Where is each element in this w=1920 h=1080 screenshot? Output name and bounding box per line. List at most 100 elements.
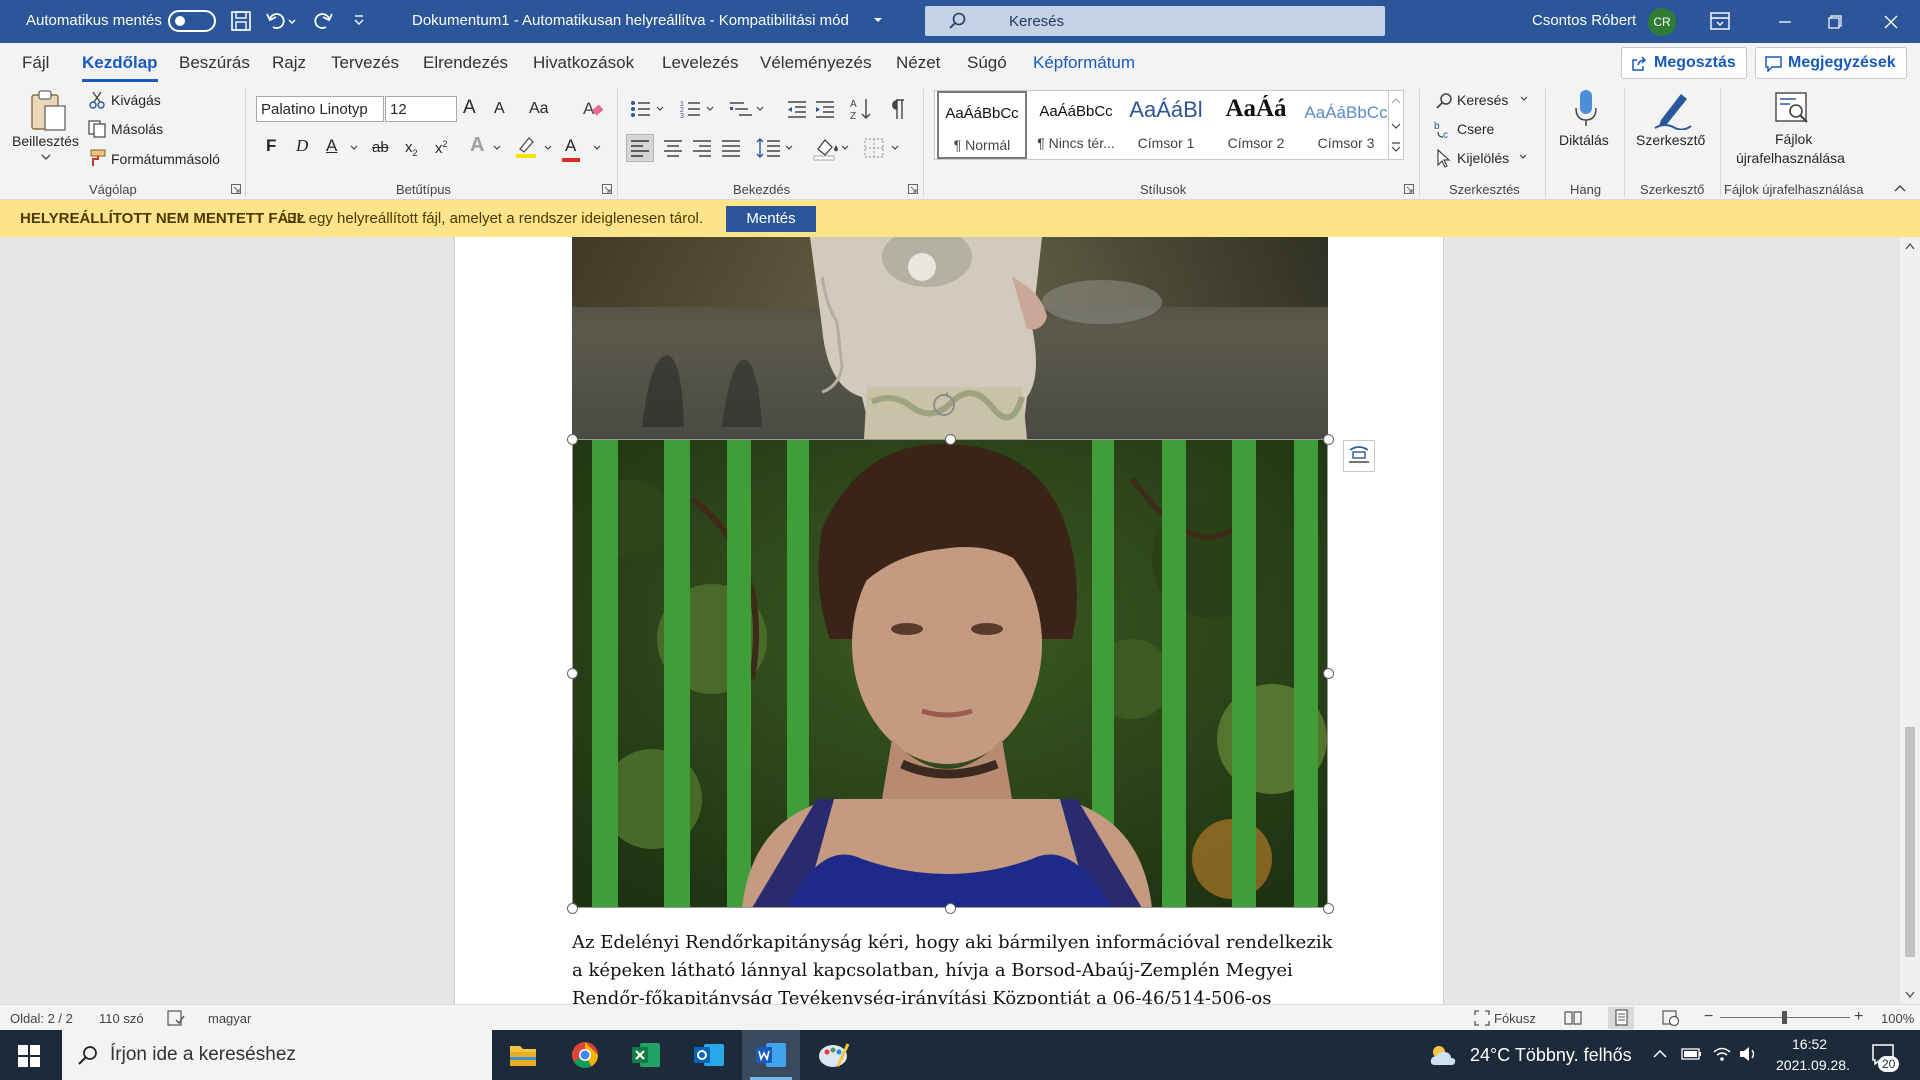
select-dropdown-icon[interactable] [1519, 154, 1527, 160]
tab-review[interactable]: Véleményezés [760, 53, 872, 73]
resize-handle-tr[interactable] [1323, 434, 1334, 445]
shading-icon[interactable] [812, 135, 852, 161]
style-no-spacing[interactable]: AaÁáBbCc ¶ Nincs tér... [1031, 91, 1121, 159]
volume-icon[interactable] [1738, 1045, 1758, 1063]
avatar[interactable]: CR [1648, 8, 1676, 36]
read-mode-icon[interactable] [1564, 1010, 1582, 1026]
resize-handle-b[interactable] [945, 903, 956, 914]
weather-text[interactable]: 24°C Többny. felhős [1470, 1045, 1632, 1066]
share-button[interactable]: Megosztás [1621, 47, 1747, 79]
resize-handle-l[interactable] [567, 668, 578, 679]
taskbar-search[interactable]: Írjon ide a kereséshez [62, 1030, 492, 1080]
replace-button[interactable]: Csere [1457, 121, 1494, 137]
paint-icon[interactable] [804, 1030, 862, 1080]
undo-icon[interactable] [265, 10, 297, 32]
tab-draw[interactable]: Rajz [272, 53, 306, 73]
excel-icon[interactable] [618, 1030, 676, 1080]
borders-icon[interactable] [862, 135, 902, 161]
save-icon[interactable] [230, 10, 252, 32]
tray-overflow-icon[interactable] [1652, 1048, 1668, 1060]
infobar-save-button[interactable]: Mentés [726, 206, 816, 232]
dictate-button[interactable]: Diktálás [1559, 132, 1609, 148]
cut-button[interactable]: Kivágás [111, 92, 161, 108]
multilevel-list-icon[interactable] [730, 99, 766, 119]
focus-mode-button[interactable]: Fókusz [1494, 1011, 1536, 1026]
style-heading-3[interactable]: AaÁáBbCc Címsor 3 [1301, 91, 1391, 159]
web-layout-icon[interactable] [1662, 1010, 1680, 1026]
outlook-icon[interactable] [680, 1030, 738, 1080]
sort-icon[interactable]: AZ [850, 97, 872, 121]
subscript-button[interactable]: x2 [405, 139, 418, 158]
proofing-icon[interactable] [167, 1010, 185, 1026]
title-search-box[interactable]: Keresés [925, 6, 1385, 36]
paste-label[interactable]: Beillesztés [12, 133, 79, 149]
text-effects-button[interactable]: A [470, 134, 484, 157]
wifi-icon[interactable] [1712, 1045, 1732, 1063]
grow-font-button[interactable]: A [463, 97, 476, 119]
print-layout-icon[interactable] [1608, 1007, 1634, 1029]
effects-dropdown-icon[interactable] [493, 145, 501, 151]
zoom-level[interactable]: 100% [1881, 1011, 1914, 1026]
minimize-icon[interactable] [1762, 6, 1808, 38]
font-size-combo[interactable]: 12 [385, 96, 457, 122]
tab-home[interactable]: Kezdőlap [82, 53, 158, 82]
tab-view[interactable]: Nézet [896, 53, 940, 73]
numbering-icon[interactable]: 123 [680, 99, 716, 119]
clock-date[interactable]: 2021.09.28. [1776, 1057, 1850, 1073]
styles-scroll[interactable] [1388, 90, 1404, 160]
page-indicator[interactable]: Oldal: 2 / 2 [10, 1011, 73, 1026]
line-spacing-icon[interactable] [756, 135, 796, 161]
italic-button[interactable]: D [296, 136, 308, 156]
word-count[interactable]: 110 szó [99, 1011, 144, 1026]
font-color-button[interactable]: A [562, 136, 580, 162]
change-case-button[interactable]: Aa [529, 100, 549, 118]
font-color-dropdown-icon[interactable] [593, 145, 601, 151]
copy-button[interactable]: Másolás [111, 121, 163, 137]
title-dropdown-icon[interactable] [872, 14, 884, 26]
editor-pen-icon[interactable] [1653, 88, 1693, 130]
paste-icon[interactable] [28, 89, 68, 133]
show-marks-icon[interactable] [890, 98, 906, 120]
tab-picture-format[interactable]: Képformátum [1033, 53, 1135, 73]
user-name[interactable]: Csontos Róbert [1532, 12, 1636, 29]
body-paragraph[interactable]: Az Edelényi Rendőrkapitányság kéri, hogy… [572, 929, 1352, 1004]
restore-icon[interactable] [1812, 6, 1858, 38]
clear-formatting-icon[interactable]: A [582, 98, 604, 118]
font-launcher-icon[interactable] [602, 184, 612, 194]
tab-help[interactable]: Súgó [967, 53, 1007, 73]
battery-icon[interactable] [1681, 1047, 1703, 1061]
align-left-button[interactable] [626, 134, 654, 162]
strikethrough-button[interactable]: ab [372, 139, 389, 156]
paste-dropdown-icon[interactable] [41, 153, 51, 161]
align-center-icon[interactable] [660, 135, 686, 161]
microphone-icon[interactable] [1573, 88, 1599, 130]
font-name-combo[interactable]: Palatino Linotyp [256, 96, 384, 122]
zoom-out-button[interactable]: − [1704, 1008, 1713, 1026]
tab-mailings[interactable]: Levelezés [662, 53, 739, 73]
select-button[interactable]: Kijelölés [1457, 150, 1509, 166]
format-painter-button[interactable]: Formátummásoló [111, 151, 220, 167]
style-heading-2[interactable]: AaÁá Címsor 2 [1211, 91, 1301, 159]
ribbon-display-icon[interactable] [1710, 12, 1730, 30]
tab-layout[interactable]: Elrendezés [423, 53, 508, 73]
resize-handle-bl[interactable] [567, 903, 578, 914]
vertical-scrollbar[interactable] [1900, 237, 1920, 1004]
photo-top[interactable] [572, 237, 1328, 439]
customize-qat-icon[interactable] [352, 14, 366, 28]
resize-handle-br[interactable] [1323, 903, 1334, 914]
chrome-icon[interactable] [556, 1030, 614, 1080]
zoom-slider-thumb[interactable] [1782, 1011, 1787, 1024]
windows-start-icon[interactable] [18, 1045, 40, 1067]
language-indicator[interactable]: magyar [208, 1011, 251, 1026]
tab-insert[interactable]: Beszúrás [179, 53, 250, 73]
tab-design[interactable]: Tervezés [331, 53, 399, 73]
editor-button[interactable]: Szerkesztő [1636, 132, 1705, 148]
styles-launcher-icon[interactable] [1404, 184, 1414, 194]
zoom-in-button[interactable]: + [1854, 1008, 1863, 1026]
decrease-indent-icon[interactable] [786, 99, 808, 119]
find-dropdown-icon[interactable] [1520, 96, 1528, 102]
resize-handle-r[interactable] [1323, 668, 1334, 679]
word-icon[interactable] [742, 1030, 800, 1080]
paragraph-launcher-icon[interactable] [908, 184, 918, 194]
file-explorer-icon[interactable] [494, 1030, 552, 1080]
